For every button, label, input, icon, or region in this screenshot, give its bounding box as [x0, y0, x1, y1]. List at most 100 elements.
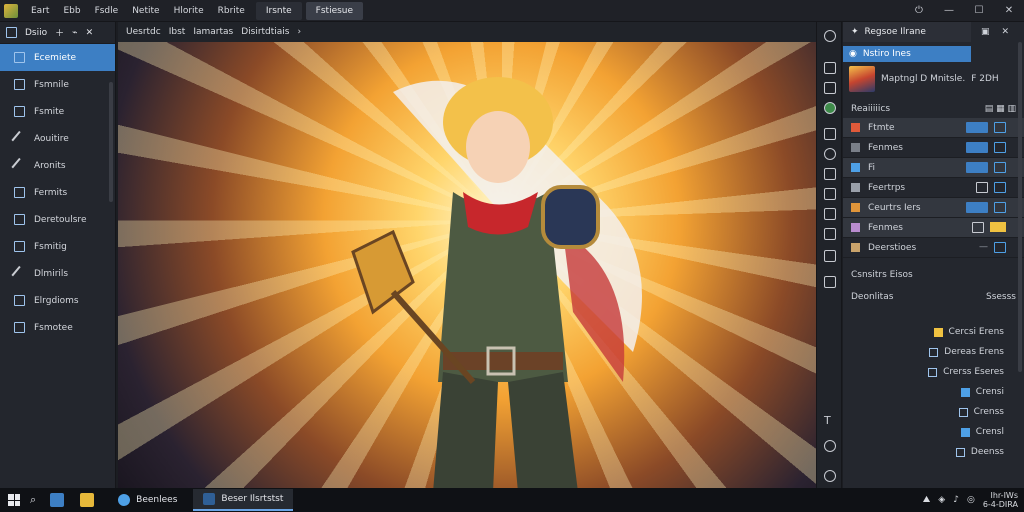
color-icon[interactable]	[824, 102, 836, 114]
clock-time: Ihr-IWs	[990, 491, 1018, 500]
wifi-icon[interactable]: ◈	[938, 495, 945, 505]
image-canvas[interactable]	[118, 42, 816, 488]
collapse-icon[interactable]: ✕	[86, 28, 94, 38]
property-item[interactable]: Dereas Erens	[928, 342, 1004, 362]
layer-thumb	[851, 223, 860, 232]
layer-toggle-button[interactable]	[966, 202, 988, 213]
property-label: Crensl	[975, 427, 1004, 437]
app-icon[interactable]	[50, 493, 65, 507]
close-button[interactable]: ✕	[994, 0, 1024, 22]
minimize-button[interactable]: —	[934, 0, 964, 22]
search-icon[interactable]: ⌕	[30, 493, 36, 507]
network-icon[interactable]: ⛰	[923, 495, 931, 505]
panel-close-icon[interactable]: ✕	[1002, 27, 1010, 37]
property-item[interactable]: Crensi	[928, 382, 1004, 402]
layer-color-swatch[interactable]	[990, 222, 1006, 232]
layer-visibility-icon[interactable]	[994, 162, 1006, 173]
layer-label: Deerstioes	[868, 242, 917, 253]
clock[interactable]: Ihr-IWs 6-4-DIRA	[983, 491, 1018, 509]
frame-icon	[14, 79, 25, 90]
layer-row[interactable]: Deerstioes —	[843, 238, 1024, 258]
selected-item[interactable]: ◉ Nstiro Ines	[843, 46, 971, 62]
settings-icon[interactable]	[824, 30, 836, 42]
tab-1[interactable]: Irsnte	[255, 1, 302, 20]
save-icon[interactable]: ▣	[981, 27, 990, 37]
layer-visibility-icon[interactable]	[994, 122, 1006, 133]
image-icon[interactable]	[824, 82, 836, 94]
breadcrumb-part-1[interactable]: Uesrtdc	[126, 27, 161, 37]
shape-tool-icon[interactable]	[824, 440, 836, 452]
layers-icon[interactable]	[824, 62, 836, 74]
text-tool-icon[interactable]: T	[824, 414, 836, 427]
share-icon[interactable]	[824, 228, 836, 240]
windows-start-icon[interactable]	[8, 494, 20, 506]
layer-row[interactable]: Ceurtrs Iers	[843, 198, 1024, 218]
layer-row[interactable]: Feertrps	[843, 178, 1024, 198]
left-item-4[interactable]: Aouitire	[0, 125, 115, 152]
property-item[interactable]: Crerss Eseres	[928, 362, 1004, 382]
history-icon[interactable]	[824, 148, 836, 160]
left-item-1[interactable]: Ecemiete	[0, 44, 115, 71]
layers-header-icons[interactable]: ▤ ▦ ▥	[985, 104, 1016, 114]
layer-row[interactable]: Ftmte	[843, 118, 1024, 138]
left-item-3[interactable]: Fsmite	[0, 98, 115, 125]
breadcrumb-part-2[interactable]: Ibst	[169, 27, 186, 37]
left-item-11[interactable]: Fsmotee	[0, 314, 115, 341]
menu-item-4[interactable]: Netite	[125, 0, 166, 22]
property-item[interactable]: Deenss	[928, 442, 1004, 462]
right-scrollbar[interactable]	[1018, 42, 1022, 372]
left-item-8[interactable]: Fsmitig	[0, 233, 115, 260]
tab-2[interactable]: Fstiesue	[305, 1, 364, 20]
add-icon[interactable]: ＋	[55, 26, 64, 39]
frame-icon	[14, 187, 25, 198]
brush-tool-icon[interactable]	[824, 208, 836, 220]
link-icon[interactable]: ⌁	[72, 28, 77, 38]
maximize-button[interactable]: ☐	[964, 0, 994, 22]
folder-icon[interactable]	[80, 493, 95, 507]
left-item-7[interactable]: Deretoulsre	[0, 206, 115, 233]
property-item[interactable]: Crenss	[928, 402, 1004, 422]
brush-icon[interactable]	[976, 182, 988, 193]
menu-item-3[interactable]: Fsdle	[88, 0, 126, 22]
property-item[interactable]: Crensl	[928, 422, 1004, 442]
radio-icon: ◉	[849, 49, 857, 59]
layer-visibility-icon[interactable]	[994, 242, 1006, 253]
layer-toggle-button[interactable]	[966, 162, 988, 173]
layer-toggle-button[interactable]	[966, 142, 988, 153]
taskbar-app-1[interactable]: Beenlees	[108, 489, 187, 511]
menu-item-6[interactable]: Rbrite	[211, 0, 252, 22]
brush-icon	[11, 157, 28, 174]
property-item[interactable]: Cercsi Erens	[928, 322, 1004, 342]
ellipse-tool-icon[interactable]	[824, 470, 836, 482]
comment-icon[interactable]	[824, 250, 836, 262]
taskbar-app-2[interactable]: Beser Ilsrtstst	[193, 489, 294, 511]
menu-item-1[interactable]: Eart	[24, 0, 56, 22]
menu-item-5[interactable]: Hlorite	[167, 0, 211, 22]
power-icon[interactable]: ⏻	[904, 0, 934, 22]
left-item-10[interactable]: Elrgdioms	[0, 287, 115, 314]
volume-icon[interactable]: ♪	[953, 495, 959, 505]
left-item-5[interactable]: Aronits	[0, 152, 115, 179]
layer-row[interactable]: Fenmes	[843, 218, 1024, 238]
notification-icon[interactable]: ◎	[967, 495, 975, 505]
left-scrollbar[interactable]	[109, 82, 113, 202]
left-item-9[interactable]: Dlmirils	[0, 260, 115, 287]
mask-icon[interactable]	[824, 188, 836, 200]
brush-icon[interactable]	[972, 222, 984, 233]
export-icon[interactable]	[824, 276, 836, 288]
layer-visibility-icon[interactable]	[994, 142, 1006, 153]
chevron-right-icon[interactable]: ›	[298, 27, 302, 37]
layer-toggle-button[interactable]	[966, 122, 988, 133]
breadcrumb-part-3[interactable]: Iamartas	[193, 27, 233, 37]
adjust-icon[interactable]	[824, 168, 836, 180]
property-label: Crenss	[973, 407, 1004, 417]
left-item-2[interactable]: Fsmnile	[0, 71, 115, 98]
left-item-6[interactable]: Fermits	[0, 179, 115, 206]
layer-visibility-icon[interactable]	[994, 182, 1006, 193]
layer-row[interactable]: Fenmes	[843, 138, 1024, 158]
layer-row[interactable]: Fi	[843, 158, 1024, 178]
menu-item-2[interactable]: Ebb	[56, 0, 87, 22]
layer-visibility-icon[interactable]	[994, 202, 1006, 213]
breadcrumb-part-4[interactable]: Disirtdtiais	[241, 27, 289, 37]
crop-icon[interactable]	[824, 128, 836, 140]
